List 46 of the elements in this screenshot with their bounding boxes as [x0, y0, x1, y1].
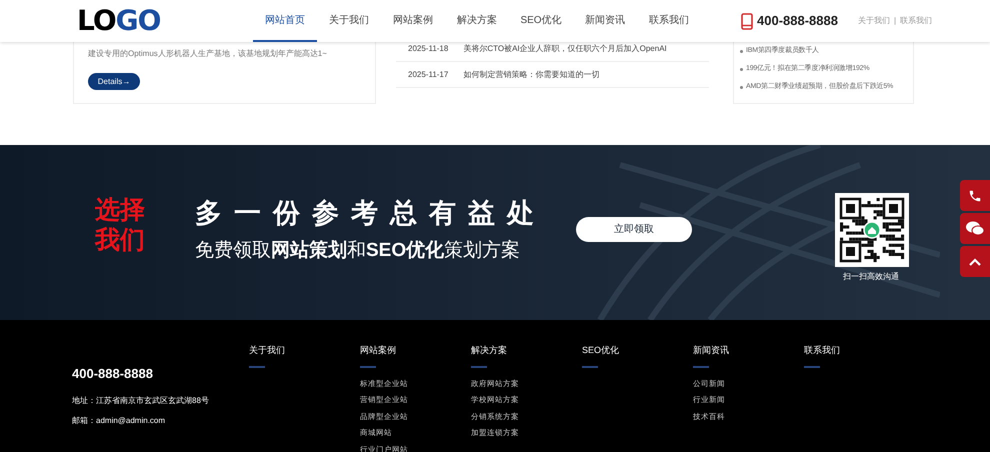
footer-column-title: 新闻资讯 [693, 344, 729, 357]
nav-tab[interactable]: 联系我们 [637, 0, 701, 42]
phone-icon [741, 12, 753, 30]
bullet-icon [740, 86, 743, 88]
banner-tag: 我们 [95, 225, 145, 255]
news-title[interactable]: 美将尔CTO被AI企业人辞职，仅任职六个月后加入OpenAI [463, 42, 667, 54]
separator: | [894, 15, 896, 27]
nav-tab[interactable]: 新闻资讯 [573, 0, 637, 42]
news-date: 2025-11-18 [408, 42, 448, 54]
title-underline [471, 366, 487, 368]
phone-button[interactable] [960, 180, 990, 211]
banner-tag: 选择 [95, 195, 145, 225]
chat-bubbles-icon [966, 221, 984, 236]
nav-tab[interactable]: 关于我们 [317, 0, 381, 42]
details-button[interactable]: Details→ [88, 73, 140, 90]
title-underline [360, 366, 376, 368]
title-underline [804, 366, 820, 368]
phone-icon [968, 188, 982, 202]
title-underline [249, 366, 265, 368]
claim-button[interactable]: 立即领取 [576, 217, 692, 242]
chevron-up-icon [969, 258, 981, 266]
nav-tab[interactable]: SEO优化 [509, 0, 573, 42]
news-title[interactable]: 如何制定营销策略：你需要知道的一切 [463, 68, 600, 80]
footer-email: 邮箱：admin@admin.com [72, 414, 166, 426]
banner-heading: 多一份参考总有益处 [195, 197, 546, 230]
footer-phone: 400-888-8888 [72, 365, 154, 383]
qr-caption: 扫一扫高效沟通 [843, 271, 899, 283]
nav-tab[interactable]: 网站首页 [253, 0, 317, 42]
phone-number: 400-888-8888 [757, 12, 838, 30]
footer-column-title: 解决方案 [471, 344, 507, 357]
title-underline [693, 366, 709, 368]
bullet-icon [740, 68, 743, 70]
title-underline [582, 366, 598, 368]
footer-column-title: 联系我们 [804, 344, 840, 357]
nav-tab[interactable]: 网站案例 [381, 0, 445, 42]
footer-column-title: 关于我们 [249, 344, 285, 357]
back-to-top-button[interactable] [960, 246, 990, 277]
footer-address: 地址：江苏省南京市玄武区玄武湖88号 [72, 394, 209, 406]
chat-button[interactable] [960, 213, 990, 244]
banner-subheading: 免费领取网站策划和SEO优化策划方案 [195, 238, 520, 263]
bullet-icon [740, 50, 743, 52]
nav-tab[interactable]: 解决方案 [445, 0, 509, 42]
footer-column-title: 网站案例 [360, 344, 396, 357]
news-excerpt: 建设专用的Optimus人形机器人生产基地，该基地规划年产能高达1~ [88, 48, 328, 60]
footer-column-title: SEO优化 [582, 344, 620, 357]
news-date: 2025-11-17 [408, 68, 448, 80]
